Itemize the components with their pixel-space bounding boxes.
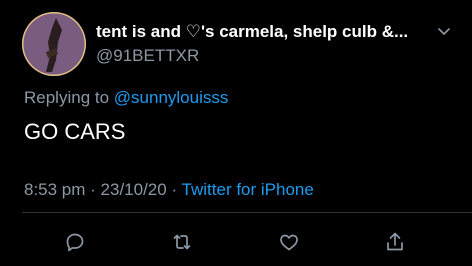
author-display-name[interactable]: tent is and ♡'s carmela, shelp culb &... — [96, 22, 432, 42]
share-icon[interactable] — [383, 230, 407, 254]
replying-prefix: Replying to — [24, 88, 114, 107]
tweet-meta: 8:53 pm · 23/10/20 · Twitter for iPhone — [24, 180, 314, 200]
meta-separator: · — [166, 180, 182, 199]
tweet-time[interactable]: 8:53 pm — [24, 180, 85, 199]
tweet-text: GO CARS — [24, 119, 126, 144]
tweet-source-link[interactable]: Twitter for iPhone — [182, 180, 314, 199]
meta-separator: · — [85, 180, 101, 199]
heart-icon[interactable] — [277, 230, 301, 254]
reply-mention-link[interactable]: @sunnylouisss — [114, 88, 229, 107]
retweet-icon[interactable] — [170, 230, 194, 254]
reply-icon[interactable] — [63, 230, 87, 254]
author-handle[interactable]: @91BETTXR — [96, 46, 199, 66]
chevron-down-icon[interactable] — [436, 24, 452, 40]
divider — [22, 212, 472, 213]
tweet-date[interactable]: 23/10/20 — [101, 180, 167, 199]
avatar[interactable] — [22, 12, 86, 76]
replying-to: Replying to @sunnylouisss — [24, 88, 228, 108]
